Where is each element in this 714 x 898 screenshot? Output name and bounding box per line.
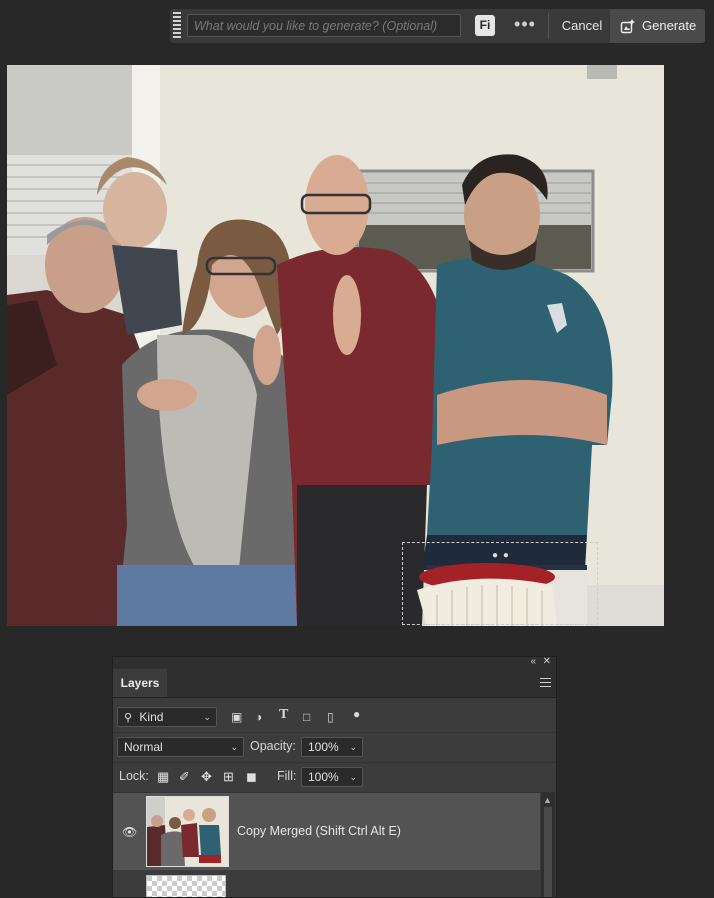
filter-kind-select[interactable]: ⚲ Kind ⌄ — [117, 707, 217, 727]
search-icon: ⚲ — [124, 712, 133, 724]
close-icon[interactable]: ✕ — [543, 657, 551, 667]
fill-label: Fill: — [277, 769, 297, 783]
divider — [548, 13, 549, 39]
generate-label: Generate — [642, 18, 697, 33]
collapse-icon[interactable]: « — [530, 657, 536, 667]
lock-position-icon[interactable]: ✥ — [201, 770, 212, 783]
layer-row-copy-merged[interactable]: 👁 Copy Merged (Shift Ctrl Alt E) — [113, 793, 540, 870]
visibility-eye-icon[interactable]: 👁 — [122, 825, 137, 839]
panel-tab-bar: Layers — [113, 669, 556, 698]
filter-toggle-icon[interactable]: ● — [353, 708, 360, 720]
chevron-down-icon: ⌄ — [349, 742, 357, 752]
firefly-icon[interactable]: Fi — [475, 15, 495, 36]
contextual-task-bar: Fi ••• Cancel Generate — [170, 9, 705, 43]
adjustment-layer-filter-icon[interactable]: ◑ — [255, 711, 262, 723]
smart-object-filter-icon[interactable]: ▯ — [327, 711, 334, 723]
layer-thumbnail[interactable] — [146, 796, 229, 867]
layer-thumbnail-transparent[interactable] — [146, 875, 226, 897]
chevron-down-icon: ⌄ — [203, 712, 211, 722]
selection-handle-icon[interactable]: ● ● — [492, 550, 510, 561]
panel-menu-icon[interactable] — [540, 678, 551, 687]
lock-label: Lock: — [119, 769, 149, 783]
opacity-field[interactable]: 100% ⌄ — [301, 737, 363, 757]
tab-layers[interactable]: Layers — [113, 669, 167, 697]
layer-row-transparent[interactable] — [113, 871, 540, 897]
scroll-thumb[interactable] — [544, 807, 552, 897]
blend-mode-label: Normal — [124, 740, 163, 754]
filter-row: ⚲ Kind ⌄ ▣ ◑ T □ ▯ ● — [113, 702, 556, 733]
drag-handle-icon[interactable] — [173, 12, 181, 40]
lock-artboard-icon[interactable]: ⊞ — [223, 770, 234, 783]
scroll-up-icon[interactable]: ▲ — [543, 795, 552, 805]
layer-name[interactable]: Copy Merged (Shift Ctrl Alt E) — [237, 824, 401, 838]
blend-row: Normal ⌄ Opacity: 100% ⌄ — [113, 732, 556, 763]
generative-fill-icon — [620, 19, 635, 34]
lock-transparent-pixels-icon[interactable]: ▦ — [157, 770, 169, 783]
fill-field[interactable]: 100% ⌄ — [301, 767, 363, 787]
type-layer-filter-icon[interactable]: T — [279, 708, 288, 722]
lock-all-icon[interactable]: ◼ — [246, 770, 257, 783]
layers-scrollbar[interactable]: ▲ — [541, 793, 555, 897]
chevron-down-icon: ⌄ — [349, 772, 357, 782]
cancel-button[interactable]: Cancel — [556, 15, 608, 36]
opacity-value: 100% — [308, 740, 339, 754]
blend-mode-select[interactable]: Normal ⌄ — [117, 737, 244, 757]
opacity-label: Opacity: — [250, 739, 296, 753]
chevron-down-icon: ⌄ — [230, 742, 238, 752]
pixel-layer-filter-icon[interactable]: ▣ — [231, 711, 242, 723]
lock-image-pixels-icon[interactable]: ✐ — [179, 770, 190, 783]
lock-row: Lock: ▦ ✐ ✥ ⊞ ◼ Fill: 100% ⌄ — [113, 762, 556, 793]
generate-prompt-input[interactable] — [187, 14, 461, 37]
more-options-button[interactable]: ••• — [510, 15, 540, 36]
filter-kind-label: Kind — [139, 710, 164, 724]
shape-layer-filter-icon[interactable]: □ — [303, 711, 310, 723]
generate-button[interactable]: Generate — [610, 9, 705, 43]
layers-panel: « ✕ Layers ⚲ Kind ⌄ ▣ ◑ T □ ▯ ● Normal ⌄… — [112, 656, 557, 898]
panel-title-bar[interactable]: « ✕ — [113, 657, 556, 669]
layer-thumbnail-image — [147, 797, 228, 866]
fill-value: 100% — [308, 770, 339, 784]
